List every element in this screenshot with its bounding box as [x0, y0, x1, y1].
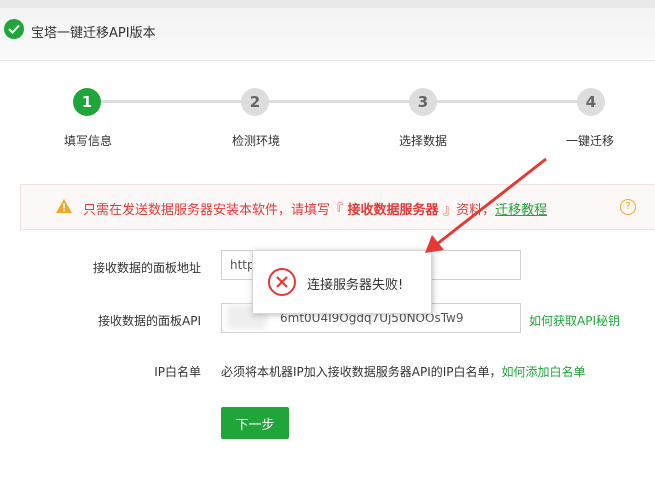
annotation-arrow	[425, 157, 547, 253]
